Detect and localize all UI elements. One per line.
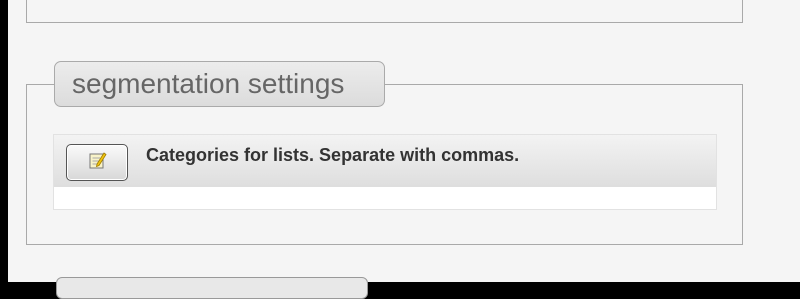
content-panel: segmentation settings Categories for lis… bbox=[8, 0, 800, 299]
next-section-legend bbox=[56, 277, 368, 299]
segmentation-settings-legend[interactable]: segmentation settings bbox=[54, 61, 385, 107]
categories-description: Categories for lists. Separate with comm… bbox=[146, 145, 520, 165]
categories-value[interactable] bbox=[54, 187, 716, 209]
edit-button[interactable] bbox=[66, 144, 128, 181]
edit-note-icon bbox=[87, 150, 107, 175]
previous-section-fieldset bbox=[26, 0, 743, 23]
categories-field-row: Categories for lists. Separate with comm… bbox=[53, 134, 717, 210]
field-header: Categories for lists. Separate with comm… bbox=[54, 135, 716, 187]
